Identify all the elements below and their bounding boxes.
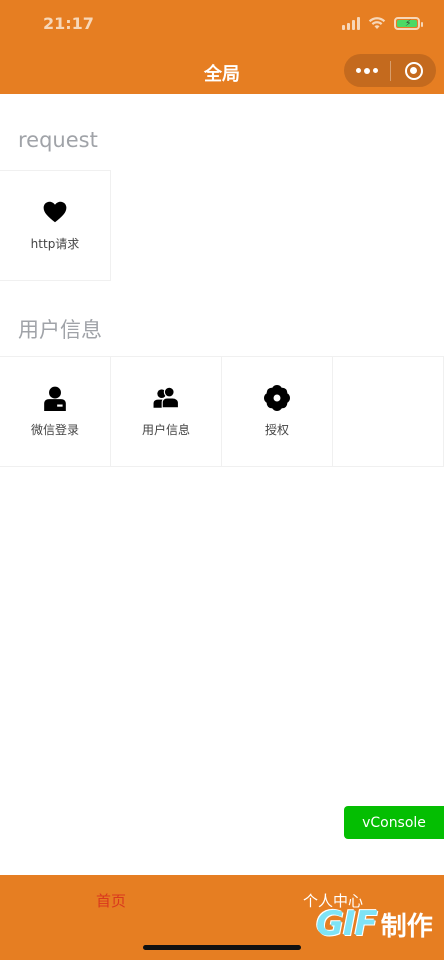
grid-item-wechat-login[interactable]: 微信登录 [0, 356, 111, 467]
header-bar: 21:17 ⚡ 全局 [0, 0, 444, 94]
grid-item-label: 用户信息 [141, 423, 190, 437]
user-badge-icon [44, 386, 66, 411]
vconsole-button[interactable]: vConsole [344, 806, 444, 839]
grid-item-label: http请求 [30, 237, 80, 251]
grid-item-label: 微信登录 [30, 423, 79, 437]
grid-item-user-info[interactable]: 用户信息 [111, 356, 222, 467]
section-title-request: request [18, 128, 98, 152]
more-icon[interactable] [344, 54, 390, 87]
miniprogram-capsule [344, 54, 436, 87]
grid-item-empty [333, 356, 444, 467]
status-time: 21:17 [43, 14, 94, 33]
wifi-icon [368, 17, 386, 29]
status-icons: ⚡ [342, 15, 423, 31]
signal-icon [342, 16, 360, 30]
gif-watermark: GIF 制作 [316, 904, 433, 944]
home-indicator[interactable] [143, 945, 301, 950]
section-title-user-info: 用户信息 [18, 318, 102, 342]
request-grid: http请求 [0, 170, 111, 281]
heart-icon [43, 201, 67, 223]
grid-item-label: 授权 [264, 423, 289, 437]
grid-item-authorize[interactable]: 授权 [222, 356, 333, 467]
tab-home[interactable]: 首页 [96, 890, 126, 911]
battery-icon: ⚡ [394, 16, 423, 30]
watermark-gif-text: GIF [316, 904, 378, 944]
flower-icon [264, 385, 290, 411]
watermark-zh-text: 制作 [380, 912, 433, 942]
grid-item-http-request[interactable]: http请求 [0, 170, 111, 281]
close-target-icon[interactable] [391, 54, 436, 87]
user-info-grid: 微信登录 用户信息 授权 [0, 356, 444, 467]
users-icon [153, 386, 179, 409]
